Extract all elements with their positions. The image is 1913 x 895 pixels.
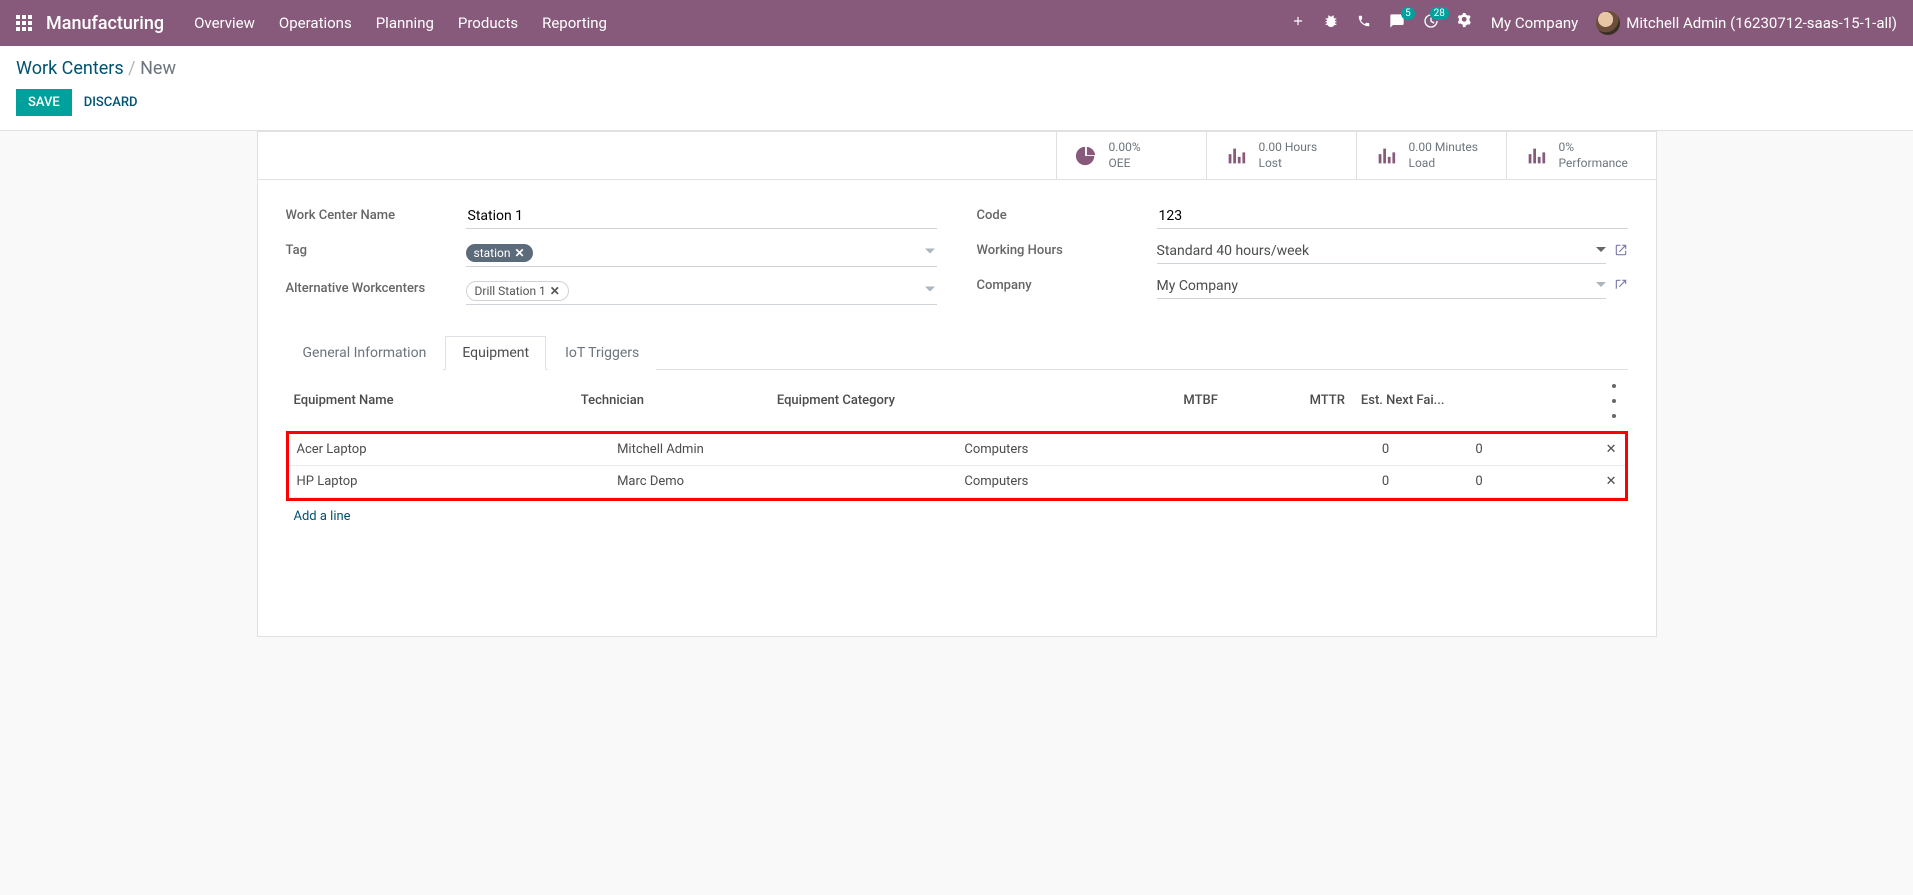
col-name[interactable]: Equipment Name <box>286 370 573 432</box>
form-sheet: 0.00%OEE 0.00 HoursLost 0.00 MinutesLoad… <box>257 131 1657 637</box>
activities-icon[interactable]: 28 <box>1423 13 1439 33</box>
bars-icon <box>1225 145 1247 167</box>
dropdown-icon[interactable] <box>1596 279 1606 294</box>
menu-operations[interactable]: Operations <box>279 14 352 32</box>
avatar-icon <box>1596 11 1620 35</box>
menu-overview[interactable]: Overview <box>194 14 255 32</box>
highlight-box: Acer Laptop Mitchell Admin Computers 0 0… <box>286 431 1628 501</box>
tab-iot-triggers[interactable]: IoT Triggers <box>548 336 656 370</box>
chip-remove-icon[interactable]: ✕ <box>550 284 560 298</box>
input-code[interactable] <box>1157 204 1628 229</box>
delete-row-icon[interactable]: ✕ <box>1598 434 1625 466</box>
breadcrumb: Work Centers / New <box>16 58 1897 79</box>
tag-remove-icon[interactable]: ✕ <box>514 246 524 260</box>
input-name[interactable] <box>466 204 937 229</box>
main-menu: Overview Operations Planning Products Re… <box>194 14 607 32</box>
label-working-hours: Working Hours <box>977 239 1157 258</box>
breadcrumb-sep: / <box>128 58 140 79</box>
discard-button[interactable]: DISCARD <box>84 95 138 110</box>
col-mtbf[interactable]: MTBF <box>1101 370 1226 432</box>
menu-planning[interactable]: Planning <box>376 14 434 32</box>
label-alt: Alternative Workcenters <box>286 277 466 296</box>
app-name: Manufacturing <box>46 13 164 34</box>
user-name: Mitchell Admin (16230712-saas-15-1-all) <box>1626 14 1897 32</box>
dropdown-icon[interactable] <box>925 245 935 260</box>
settings-icon[interactable] <box>1457 13 1473 33</box>
menu-reporting[interactable]: Reporting <box>542 14 607 32</box>
plus-icon[interactable] <box>1291 14 1305 32</box>
stat-load[interactable]: 0.00 MinutesLoad <box>1356 132 1506 179</box>
col-est-next-failure[interactable]: Est. Next Fai... <box>1353 370 1600 432</box>
equipment-table: Equipment Name Technician Equipment Cate… <box>286 370 1628 432</box>
input-alt-workcenters[interactable]: Drill Station 1 ✕ <box>466 277 937 305</box>
external-link-icon[interactable] <box>1614 278 1628 296</box>
bars-icon <box>1525 145 1547 167</box>
alt-chip[interactable]: Drill Station 1 ✕ <box>466 281 569 301</box>
input-working-hours[interactable]: Standard 40 hours/week <box>1157 239 1606 264</box>
stat-performance[interactable]: 0%Performance <box>1506 132 1656 179</box>
dropdown-icon[interactable] <box>925 283 935 298</box>
add-line-link[interactable]: Add a line <box>294 509 351 524</box>
apps-icon[interactable] <box>16 15 32 31</box>
external-link-icon[interactable] <box>1614 243 1628 261</box>
user-menu[interactable]: Mitchell Admin (16230712-saas-15-1-all) <box>1596 11 1897 35</box>
control-panel: Work Centers / New SAVE DISCARD <box>0 46 1913 131</box>
tabs: General Information Equipment IoT Trigge… <box>286 335 1628 370</box>
label-name: Work Center Name <box>286 204 466 223</box>
tag-chip[interactable]: station ✕ <box>466 244 533 262</box>
menu-products[interactable]: Products <box>458 14 518 32</box>
label-company: Company <box>977 274 1157 293</box>
tab-general-information[interactable]: General Information <box>286 336 444 370</box>
col-category[interactable]: Equipment Category <box>769 370 1101 432</box>
label-tag: Tag <box>286 239 466 258</box>
col-mttr[interactable]: MTTR <box>1226 370 1353 432</box>
input-tag[interactable]: station ✕ <box>466 239 937 267</box>
table-row[interactable]: Acer Laptop Mitchell Admin Computers 0 0… <box>289 434 1625 466</box>
breadcrumb-current: New <box>140 58 176 79</box>
systray: 5 28 My Company Mitchell Admin (16230712… <box>1291 11 1897 35</box>
table-row[interactable]: HP Laptop Marc Demo Computers 0 0 ✕ <box>289 466 1625 498</box>
add-line: Add a line <box>286 501 1628 532</box>
stat-oee[interactable]: 0.00%OEE <box>1056 132 1206 179</box>
label-code: Code <box>977 204 1157 223</box>
company-switcher[interactable]: My Company <box>1491 14 1578 32</box>
messages-icon[interactable]: 5 <box>1389 13 1405 33</box>
tab-equipment[interactable]: Equipment <box>445 336 546 370</box>
col-technician[interactable]: Technician <box>573 370 769 432</box>
bug-icon[interactable] <box>1323 13 1339 33</box>
stat-buttons: 0.00%OEE 0.00 HoursLost 0.00 MinutesLoad… <box>258 132 1656 180</box>
input-company[interactable]: My Company <box>1157 274 1606 299</box>
messages-badge: 5 <box>1401 7 1415 20</box>
dropdown-icon[interactable] <box>1596 244 1606 259</box>
stat-lost[interactable]: 0.00 HoursLost <box>1206 132 1356 179</box>
breadcrumb-parent[interactable]: Work Centers <box>16 58 124 79</box>
col-options[interactable] <box>1600 370 1628 432</box>
pie-icon <box>1075 145 1097 167</box>
activities-badge: 28 <box>1430 7 1449 20</box>
bars-icon <box>1375 145 1397 167</box>
save-button[interactable]: SAVE <box>16 89 72 116</box>
action-buttons: SAVE DISCARD <box>16 89 1897 116</box>
top-nav: Manufacturing Overview Operations Planni… <box>0 0 1913 46</box>
delete-row-icon[interactable]: ✕ <box>1598 466 1625 498</box>
phone-icon[interactable] <box>1357 14 1371 32</box>
